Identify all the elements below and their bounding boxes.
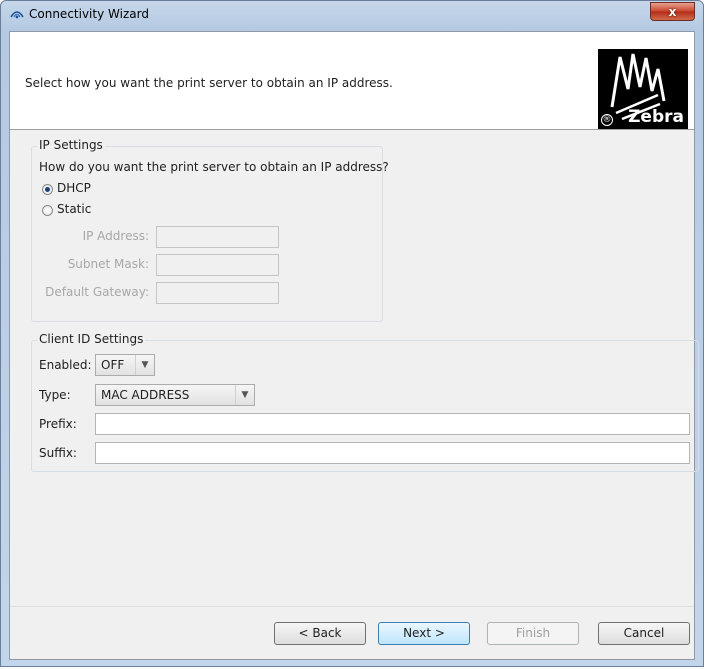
- prefix-input[interactable]: [95, 413, 690, 435]
- ip-settings-title: IP Settings: [37, 138, 105, 152]
- default-gateway-input[interactable]: [156, 282, 279, 304]
- prefix-label: Prefix:: [39, 417, 77, 431]
- client-id-group: Client ID Settings Enabled: OFF ▼ Type: …: [31, 332, 699, 472]
- subnet-mask-input[interactable]: [156, 254, 279, 276]
- footer-divider: [10, 606, 694, 607]
- ip-question: How do you want the print server to obta…: [39, 160, 389, 174]
- header-instruction: Select how you want the print server to …: [25, 76, 393, 90]
- back-button[interactable]: < Back: [274, 622, 366, 645]
- dhcp-radio[interactable]: [42, 184, 53, 195]
- wizard-window: Connectivity Wizard x Select how you wan…: [0, 0, 704, 667]
- enabled-label: Enabled:: [39, 358, 92, 372]
- dhcp-label[interactable]: DHCP: [57, 181, 91, 195]
- default-gateway-label: Default Gateway:: [45, 285, 149, 299]
- static-radio[interactable]: [42, 205, 53, 216]
- network-icon: [10, 11, 24, 19]
- registered-mark: ®: [601, 114, 613, 126]
- static-label[interactable]: Static: [57, 202, 91, 216]
- logo-wordmark: Zebra: [628, 107, 684, 127]
- zebra-logo: ® Zebra: [598, 49, 688, 129]
- ip-address-input[interactable]: [156, 226, 279, 248]
- subnet-mask-label: Subnet Mask:: [67, 257, 149, 271]
- cancel-button[interactable]: Cancel: [598, 622, 690, 645]
- type-label: Type:: [39, 388, 71, 402]
- type-dropdown[interactable]: MAC ADDRESS ▼: [95, 384, 255, 406]
- suffix-input[interactable]: [95, 442, 690, 464]
- chevron-down-icon: ▼: [235, 385, 254, 405]
- type-value: MAC ADDRESS: [101, 388, 190, 402]
- suffix-label: Suffix:: [39, 446, 77, 460]
- close-button[interactable]: x: [650, 2, 695, 21]
- title-bar[interactable]: Connectivity Wizard x: [1, 1, 703, 29]
- client-id-title: Client ID Settings: [37, 332, 146, 346]
- finish-button[interactable]: Finish: [487, 622, 579, 645]
- next-button[interactable]: Next >: [378, 622, 470, 645]
- enabled-dropdown[interactable]: OFF ▼: [95, 354, 155, 376]
- wizard-header: Select how you want the print server to …: [10, 32, 694, 130]
- dialog-body: Select how you want the print server to …: [9, 31, 699, 660]
- ip-address-label: IP Address:: [82, 229, 149, 243]
- enabled-value: OFF: [101, 358, 125, 372]
- ip-settings-group: IP Settings How do you want the print se…: [31, 138, 389, 322]
- chevron-down-icon: ▼: [135, 355, 154, 375]
- window-title: Connectivity Wizard: [29, 7, 149, 21]
